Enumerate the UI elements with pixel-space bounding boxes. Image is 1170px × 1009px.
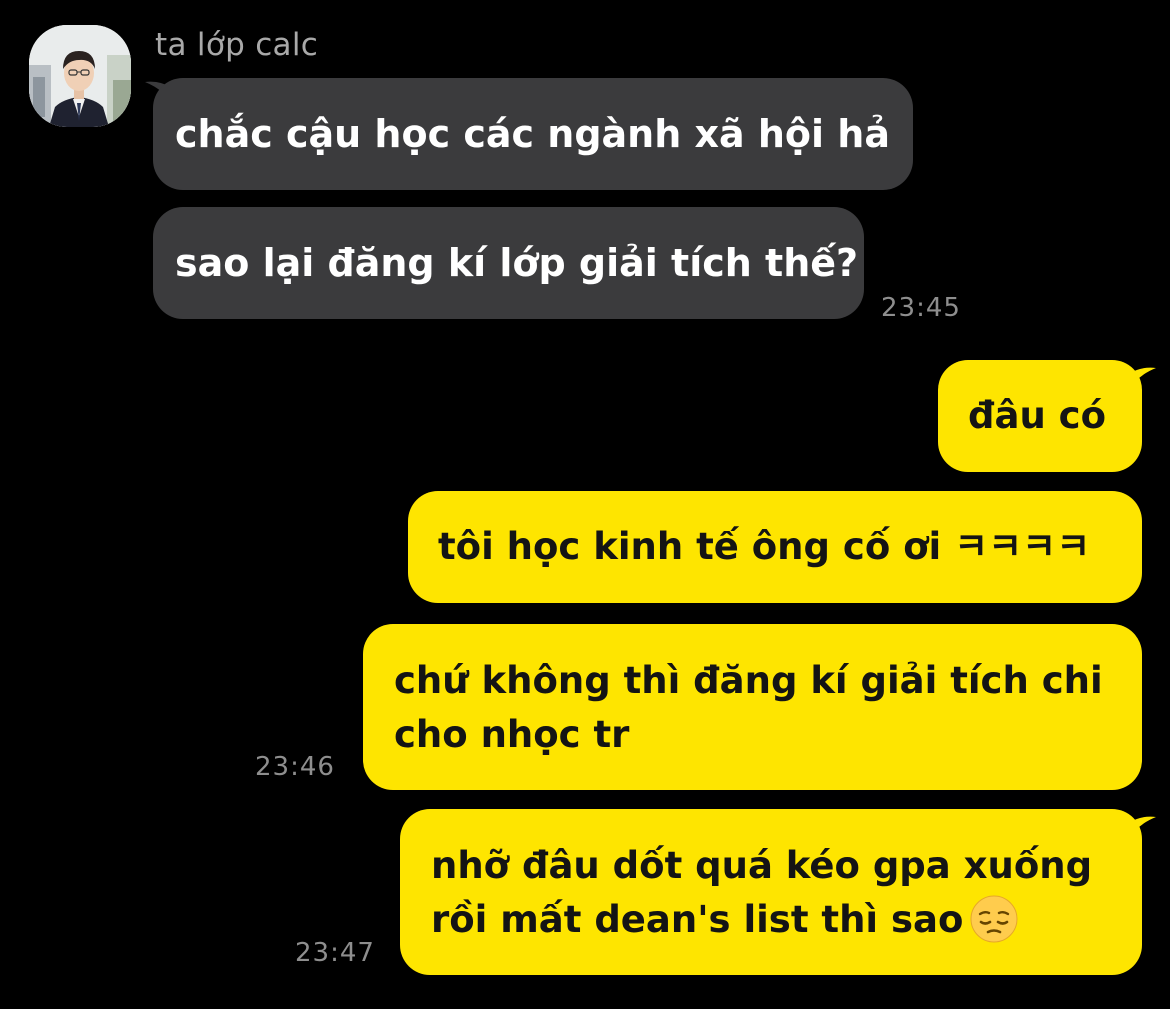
message-text: tôi học kinh tế ông cố ơi ㅋㅋㅋㅋ — [438, 525, 1091, 568]
outgoing-message-1[interactable]: đâu có — [938, 360, 1142, 472]
message-timestamp: 23:46 — [255, 752, 335, 782]
message-text: chắc cậu học các ngành xã hội hả — [175, 112, 890, 156]
contact-avatar[interactable] — [29, 25, 131, 127]
message-text-line-2: rồi mất dean's list thì sao — [431, 898, 964, 941]
message-timestamp: 23:47 — [295, 938, 375, 968]
outgoing-message-3[interactable]: chứ không thì đăng kí giải tích chi cho … — [363, 624, 1142, 790]
message-text-line-2: cho nhọc tr — [394, 713, 630, 756]
sender-name: ta lớp calc — [155, 27, 319, 63]
pensive-face-icon — [970, 895, 1018, 942]
avatar-photo — [29, 25, 131, 127]
message-text-line-1: nhỡ đâu dốt quá kéo gpa xuống — [431, 844, 1093, 887]
message-timestamp: 23:45 — [881, 293, 961, 323]
incoming-message-2[interactable]: sao lại đăng kí lớp giải tích thế? — [153, 207, 864, 319]
outgoing-message-4[interactable]: nhỡ đâu dốt quá kéo gpa xuống rồi mất de… — [400, 809, 1142, 975]
message-text: đâu có — [968, 394, 1107, 437]
outgoing-message-2[interactable]: tôi học kinh tế ông cố ơi ㅋㅋㅋㅋ — [408, 491, 1142, 603]
message-text-line-2-wrap: rồi mất dean's list thì sao — [431, 893, 1112, 947]
message-text-line-1: chứ không thì đăng kí giải tích chi — [394, 659, 1103, 702]
incoming-message-1[interactable]: chắc cậu học các ngành xã hội hả — [153, 78, 913, 190]
message-text: sao lại đăng kí lớp giải tích thế? — [175, 241, 859, 285]
